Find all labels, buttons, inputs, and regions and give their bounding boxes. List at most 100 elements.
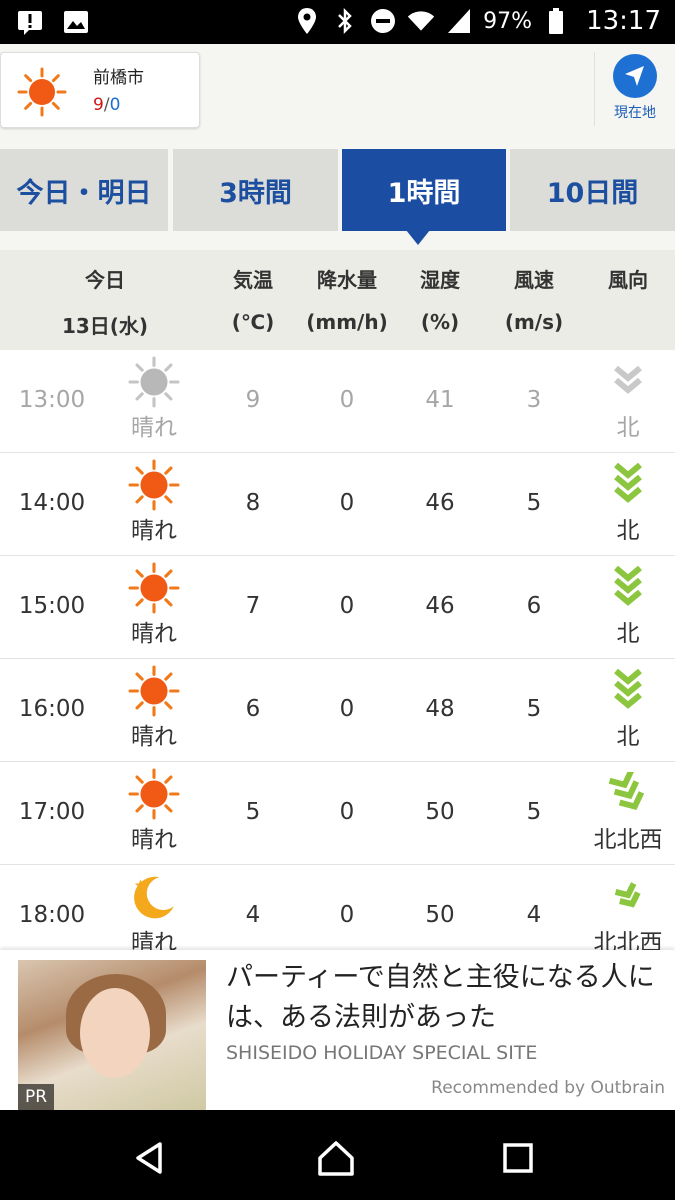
city-name: 前橋市 [93,68,144,88]
wind-north-icon [604,462,652,503]
wind-direction: 北 [616,724,640,750]
table-row: 15:00 晴れ 7 0 46 6 北 [0,556,675,659]
location-header: 前橋市 9/0 現在地 [0,44,675,130]
wind-direction: 北 [616,518,640,544]
row-temp: 4 [245,902,261,928]
current-location-button[interactable]: 現在地 [594,52,675,126]
table-row: 16:00 晴れ 6 0 48 5 北 [0,659,675,762]
header-temp-unit: (℃) [231,310,275,334]
temp-high: 9 [93,95,104,115]
active-tab-pointer [406,230,430,245]
row-temp: 6 [245,696,261,722]
row-time: 15:00 [18,593,86,619]
table-header: 今日 13日(水) 気温 (℃) 降水量 (mm/h) 湿度 (%) 風速 (m… [0,250,675,350]
location-card[interactable]: 前橋市 9/0 [0,52,200,128]
row-wind-speed: 5 [526,696,542,722]
status-bar: 97% 13:17 [0,0,675,44]
moon-icon [128,871,180,923]
signal-icon [445,7,473,35]
tab-10-days[interactable]: 10日間 [510,149,675,231]
ad-recommended-by[interactable]: Recommended by Outbrain [431,1078,665,1098]
row-humidity: 50 [425,902,455,928]
wifi-icon [407,7,435,35]
header-wind-dir: 風向 [608,268,648,292]
ad-image-face [80,988,150,1078]
battery-percent: 97% [483,8,533,34]
row-wind-speed: 6 [526,593,542,619]
image-icon [62,8,90,36]
row-humidity: 48 [425,696,455,722]
wind-north-northwest-icon [604,875,652,915]
wind-direction: 北北西 [593,827,663,853]
table-row: 17:00 晴れ 5 0 50 5 北北西 [0,762,675,865]
sun-icon [128,665,180,717]
row-time: 17:00 [18,799,86,825]
ad-banner[interactable]: PR パーティーで自然と主役になる人には、ある法則があった SHISEIDO H… [0,950,675,1110]
row-time: 13:00 [18,387,86,413]
back-button[interactable] [130,1138,170,1178]
do-not-disturb-icon [369,7,397,35]
today-temps: 9/0 [93,95,120,115]
row-humidity: 46 [425,593,455,619]
sun-icon [128,768,180,820]
row-precip: 0 [339,799,355,825]
row-temp: 8 [245,490,261,516]
row-time: 18:00 [18,902,86,928]
row-time: 14:00 [18,490,86,516]
recents-button[interactable] [498,1138,538,1178]
row-precip: 0 [339,593,355,619]
weather-label: 晴れ [131,621,177,647]
wind-north-icon [604,360,652,400]
wind-direction: 北 [616,415,640,441]
row-temp: 7 [245,593,261,619]
pr-badge: PR [18,1084,54,1110]
header-wind-speed-unit: (m/s) [504,310,564,334]
row-humidity: 50 [425,799,455,825]
row-humidity: 41 [425,387,455,413]
battery-icon [542,7,570,35]
row-time: 16:00 [18,696,86,722]
system-nav-bar [0,1110,675,1200]
header-precip-unit: (mm/h) [306,310,388,334]
tab-today-tomorrow[interactable]: 今日・明日 [0,149,168,231]
ad-title[interactable]: パーティーで自然と主役になる人には、ある法則があった [226,958,666,1038]
table-row: 14:00 晴れ 8 0 46 5 北 [0,453,675,556]
table-row: 13:00 晴れ 9 0 41 3 北 [0,350,675,453]
recents-icon [503,1143,533,1173]
header-precip: 降水量 [317,268,377,292]
header-humidity: 湿度 [420,268,460,292]
weather-label: 晴れ [131,415,177,441]
header-temp: 気温 [233,268,273,292]
wind-north-icon [604,668,652,709]
row-wind-speed: 3 [526,387,542,413]
row-wind-speed: 5 [526,799,542,825]
header-wind-speed: 風速 [514,268,554,292]
home-icon [318,1141,354,1176]
clock: 13:17 [586,6,661,36]
tab-1-hour[interactable]: 1時間 [342,149,506,231]
ad-image[interactable]: PR [18,960,206,1110]
temp-low: 0 [109,95,121,115]
weather-label: 晴れ [131,827,177,853]
tab-3-hours[interactable]: 3時間 [173,149,338,231]
header-day: 今日 [85,268,125,292]
bluetooth-icon [331,7,359,35]
row-wind-speed: 4 [526,902,542,928]
weather-label: 晴れ [131,518,177,544]
notification-alert-icon [16,8,44,36]
wind-north-icon [604,565,652,606]
home-button[interactable] [316,1138,356,1178]
current-location-label: 現在地 [614,105,656,121]
row-precip: 0 [339,902,355,928]
weather-label: 晴れ [131,724,177,750]
header-date: 13日(水) [61,314,149,338]
back-icon [136,1142,162,1174]
sun-icon [128,459,180,511]
row-humidity: 46 [425,490,455,516]
row-wind-speed: 5 [526,490,542,516]
sun-gray-icon [128,356,180,408]
row-temp: 5 [245,799,261,825]
row-precip: 0 [339,696,355,722]
header-humidity-unit: (%) [420,310,460,334]
ad-source: SHISEIDO HOLIDAY SPECIAL SITE [226,1042,538,1064]
